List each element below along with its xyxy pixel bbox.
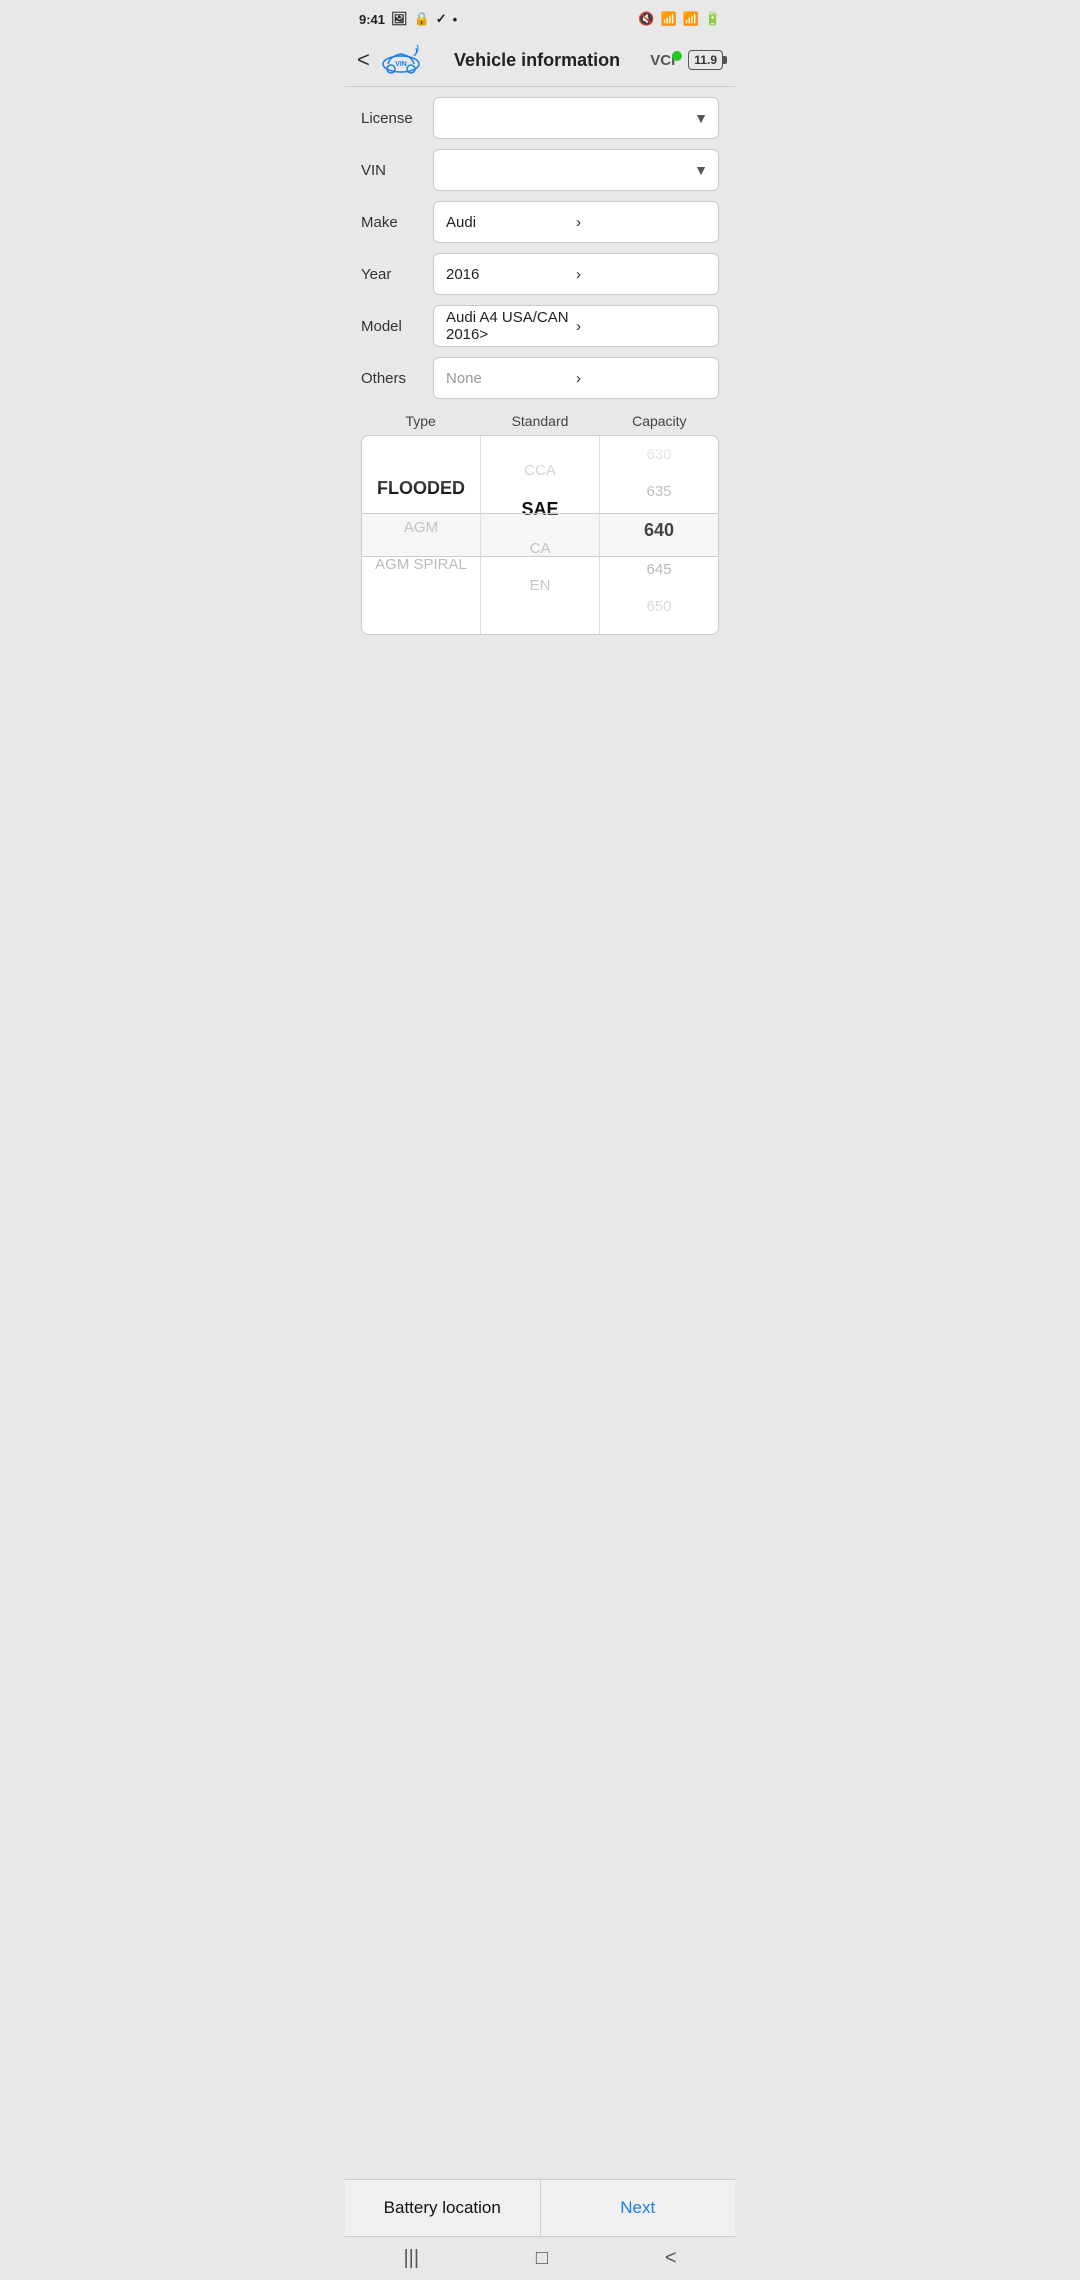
time-display: 9:41 <box>359 12 385 27</box>
standard-column: CCA SAE CA EN <box>481 436 600 634</box>
nav-left: < VIN <box>357 42 424 78</box>
vci-indicator: VCI <box>650 51 682 69</box>
vin-row: VIN ▼ <box>361 149 719 191</box>
capacity-item-0[interactable]: 630 <box>600 436 718 473</box>
sys-back-button[interactable]: < <box>665 2247 677 2270</box>
battery-location-button[interactable]: Battery location <box>345 2180 541 2236</box>
model-row: Model Audi A4 USA/CAN 2016> › <box>361 305 719 347</box>
col-header-standard: Standard <box>480 413 599 429</box>
standard-item-1[interactable]: CCA <box>481 452 599 489</box>
check-icon: ✓ <box>436 11 447 27</box>
others-select[interactable]: None › <box>433 357 719 399</box>
year-label: Year <box>361 266 433 283</box>
col-header-type: Type <box>361 413 480 429</box>
vci-connected-dot <box>672 51 682 61</box>
sys-home-button[interactable]: □ <box>536 2247 548 2270</box>
others-value: None <box>446 370 576 387</box>
page-title: Vehicle information <box>424 50 650 71</box>
battery-table-section: Type Standard Capacity FLOODED AGM AGM S… <box>361 409 719 635</box>
standard-item-3[interactable]: CA <box>481 530 599 567</box>
vin-input[interactable] <box>444 162 694 179</box>
others-row: Others None › <box>361 357 719 399</box>
battery-icon: 🔋 <box>705 11 721 27</box>
make-label: Make <box>361 214 433 231</box>
make-chevron-icon: › <box>576 214 706 231</box>
type-item-2[interactable]: FLOODED <box>362 468 480 509</box>
type-item-4[interactable]: AGM SPIRAL <box>362 546 480 583</box>
system-nav-bar: ||| □ < <box>345 2236 735 2280</box>
model-value: Audi A4 USA/CAN 2016> <box>446 309 576 343</box>
table-header-row: Type Standard Capacity <box>361 409 719 435</box>
type-item-3[interactable]: AGM <box>362 509 480 546</box>
battery-picker[interactable]: FLOODED AGM AGM SPIRAL CCA SAE CA EN <box>361 435 719 635</box>
device-battery: 11.9 <box>688 50 723 70</box>
year-select[interactable]: 2016 › <box>433 253 719 295</box>
year-value: 2016 <box>446 266 576 283</box>
model-label: Model <box>361 318 433 335</box>
standard-item-4[interactable]: EN <box>481 567 599 604</box>
wifi-icon: 📶 <box>660 11 676 27</box>
make-row: Make Audi › <box>361 201 719 243</box>
type-item-1[interactable] <box>362 452 480 468</box>
dot-icon: • <box>453 12 458 27</box>
type-column: FLOODED AGM AGM SPIRAL <box>362 436 481 634</box>
others-label: Others <box>361 370 433 387</box>
vin-input-wrap[interactable]: ▼ <box>433 149 719 191</box>
license-dropdown-arrow[interactable]: ▼ <box>694 110 708 126</box>
vin-dropdown-arrow[interactable]: ▼ <box>694 162 708 178</box>
mute-icon: 🔇 <box>638 11 654 27</box>
photo-icon: 🖼 <box>391 11 408 27</box>
model-select[interactable]: Audi A4 USA/CAN 2016> › <box>433 305 719 347</box>
bottom-buttons: Battery location Next <box>345 2179 735 2236</box>
standard-item-0[interactable] <box>481 436 599 452</box>
svg-text:VIN: VIN <box>395 61 407 68</box>
make-select[interactable]: Audi › <box>433 201 719 243</box>
lock-icon: 🔒 <box>414 11 430 27</box>
capacity-item-3[interactable]: 645 <box>600 551 718 588</box>
top-nav: < VIN Vehicle information VCI 11.9 <box>345 36 735 87</box>
license-input[interactable] <box>444 110 694 127</box>
status-time: 9:41 🖼 🔒 ✓ • <box>359 11 457 27</box>
capacity-item-4[interactable]: 650 <box>600 588 718 625</box>
license-input-wrap[interactable]: ▼ <box>433 97 719 139</box>
model-chevron-icon: › <box>576 318 706 335</box>
back-button[interactable]: < <box>357 47 370 73</box>
capacity-item-2[interactable]: 640 <box>600 510 718 551</box>
content-area: License ▼ VIN ▼ Make Audi › Year 2016 › … <box>345 87 735 635</box>
sys-menu-button[interactable]: ||| <box>403 2247 419 2270</box>
capacity-item-1[interactable]: 635 <box>600 473 718 510</box>
status-icons: 🔇 📶 📶 🔋 <box>638 11 721 27</box>
status-bar: 9:41 🖼 🔒 ✓ • 🔇 📶 📶 🔋 <box>345 0 735 36</box>
type-item-0[interactable] <box>362 436 480 452</box>
license-label: License <box>361 110 433 127</box>
year-row: Year 2016 › <box>361 253 719 295</box>
capacity-column: 630 635 640 645 650 <box>600 436 718 634</box>
license-row: License ▼ <box>361 97 719 139</box>
year-chevron-icon: › <box>576 266 706 283</box>
nav-right: VCI 11.9 <box>650 50 723 70</box>
signal-icon: 📶 <box>683 11 699 27</box>
others-chevron-icon: › <box>576 370 706 387</box>
col-header-capacity: Capacity <box>600 413 719 429</box>
vin-logo[interactable]: VIN <box>378 42 424 78</box>
next-button[interactable]: Next <box>541 2180 736 2236</box>
make-value: Audi <box>446 214 576 231</box>
vin-label: VIN <box>361 162 433 179</box>
picker-columns: FLOODED AGM AGM SPIRAL CCA SAE CA EN <box>362 436 718 634</box>
standard-item-2[interactable]: SAE <box>481 489 599 530</box>
